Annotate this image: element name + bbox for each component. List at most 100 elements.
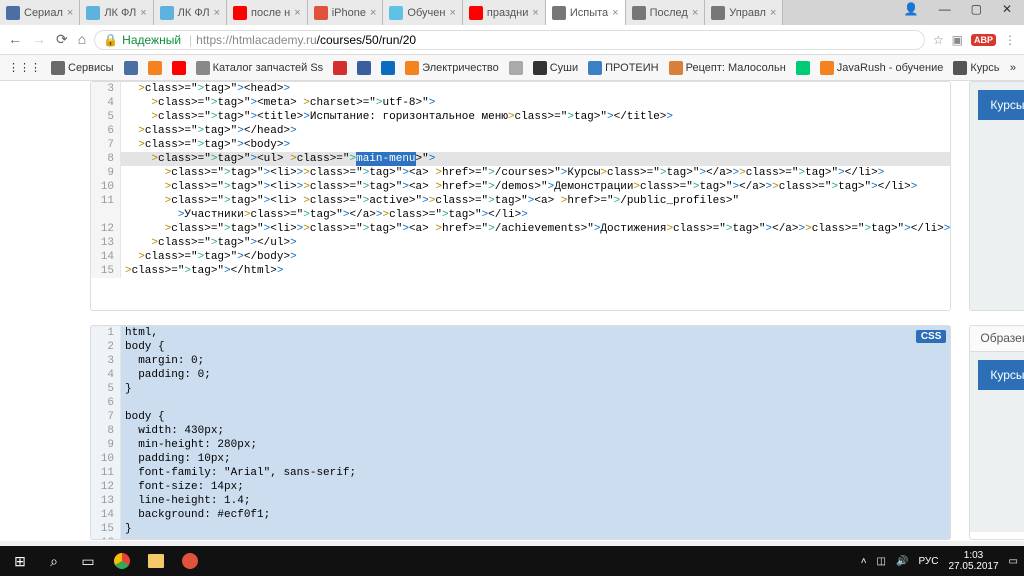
code-line[interactable]: 13 line-height: 1.4;: [91, 494, 950, 508]
bookmark-item[interactable]: JavaRush - обучение: [820, 61, 944, 75]
code-line[interactable]: 7 >class>=">tag>"><body>>: [91, 138, 950, 152]
bookmark-item[interactable]: [333, 61, 347, 75]
code-line[interactable]: 5}: [91, 382, 950, 396]
code-line[interactable]: 12 >class>=">tag>"><li>>>class>=">tag>">…: [91, 222, 950, 236]
code-line[interactable]: 16: [91, 536, 950, 540]
browser-tab[interactable]: Обучен×: [383, 0, 462, 25]
chrome-icon[interactable]: [108, 549, 136, 573]
opera-icon[interactable]: [176, 549, 204, 573]
volume-icon[interactable]: 🔊: [896, 556, 908, 567]
code-line[interactable]: 9 min-height: 280px;: [91, 438, 950, 452]
cast-icon[interactable]: ▣: [952, 33, 963, 47]
code-line[interactable]: 3 >class>=">tag>"><head>>: [91, 82, 950, 96]
code-line[interactable]: 7body {: [91, 410, 950, 424]
code-line[interactable]: 4 >class>=">tag>"><meta> >charset>=">utf…: [91, 96, 950, 110]
code-line[interactable]: 15>class>=">tag>"></html>>: [91, 264, 950, 278]
browser-tab[interactable]: Сериал×: [0, 0, 80, 25]
forward-button[interactable]: →: [32, 31, 46, 48]
network-icon[interactable]: ◫: [877, 556, 886, 567]
code-line[interactable]: 1html,: [91, 326, 950, 340]
code-line[interactable]: 5 >class>=">tag>"><title>>Испытание: гор…: [91, 110, 950, 124]
bookmark-item[interactable]: [172, 61, 186, 75]
search-icon[interactable]: ⌕: [40, 549, 68, 573]
bookmark-item[interactable]: [796, 61, 810, 75]
code-line[interactable]: 8 >class>=">tag>"><ul> >class>=">main-me…: [91, 152, 950, 166]
code-line[interactable]: 8 width: 430px;: [91, 424, 950, 438]
code-line[interactable]: 14 background: #ecf0f1;: [91, 508, 950, 522]
tab-close-icon[interactable]: ×: [770, 7, 776, 19]
nav-item[interactable]: Курсы: [978, 360, 1024, 390]
back-button[interactable]: ←: [8, 31, 22, 48]
maximize-button[interactable]: ▢: [971, 2, 982, 16]
bookmark-item[interactable]: [148, 61, 162, 75]
tab-close-icon[interactable]: ×: [140, 7, 146, 19]
home-button[interactable]: ⌂: [78, 31, 86, 48]
code-line[interactable]: 6 >class>=">tag>"></head>>: [91, 124, 950, 138]
task-view-icon[interactable]: ▭: [74, 549, 102, 573]
code-line[interactable]: 11 font-family: "Arial", sans-serif;: [91, 466, 950, 480]
browser-tab[interactable]: после н×: [227, 0, 308, 25]
bookmark-item[interactable]: Каталог запчастей Ss: [196, 61, 324, 75]
tab-favicon: [632, 6, 646, 20]
url-box[interactable]: 🔒 Надежный | https://htmlacademy.ru /cou…: [94, 30, 925, 50]
bookmark-item[interactable]: Курсы — HTML Acad: [953, 61, 1000, 75]
reload-button[interactable]: ⟳: [56, 31, 68, 48]
minimize-button[interactable]: —: [939, 2, 951, 16]
html-editor[interactable]: 3 >class>=">tag>"><head>>4 >class>=">tag…: [90, 81, 951, 311]
notification-icon[interactable]: ▭: [1009, 556, 1018, 567]
bookmark-item[interactable]: [124, 61, 138, 75]
line-number: 10: [91, 180, 121, 194]
overflow-icon[interactable]: »: [1010, 62, 1016, 74]
tab-close-icon[interactable]: ×: [370, 7, 376, 19]
browser-tab[interactable]: iPhone×: [308, 0, 384, 25]
code-line[interactable]: 6: [91, 396, 950, 410]
code-line[interactable]: 13 >class>=">tag>"></ul>>: [91, 236, 950, 250]
bookmark-item[interactable]: [381, 61, 395, 75]
code-line[interactable]: 3 margin: 0;: [91, 354, 950, 368]
tab-close-icon[interactable]: ×: [449, 7, 455, 19]
code-line[interactable]: 10 >class>=">tag>"><li>>>class>=">tag>">…: [91, 180, 950, 194]
tab-close-icon[interactable]: ×: [692, 7, 698, 19]
bookmark-item[interactable]: Электричество: [405, 61, 499, 75]
compare-tab[interactable]: Образец: [970, 326, 1024, 351]
tab-close-icon[interactable]: ×: [214, 7, 220, 19]
css-editor[interactable]: CSS 1html,2body {3 margin: 0;4 padding: …: [90, 325, 951, 540]
tray-up-icon[interactable]: ˄: [861, 556, 867, 567]
apps-icon[interactable]: ⋮⋮⋮: [8, 61, 41, 74]
person-icon[interactable]: 👤: [904, 2, 919, 16]
bookmark-item[interactable]: ПРОТЕИН: [588, 61, 658, 75]
browser-tab[interactable]: Послед×: [626, 0, 706, 25]
code-line[interactable]: 15}: [91, 522, 950, 536]
browser-tab[interactable]: Управл×: [705, 0, 783, 25]
menu-icon[interactable]: ⋮: [1004, 33, 1016, 47]
bookmark-item[interactable]: Рецепт: Малосольн: [669, 61, 786, 75]
close-button[interactable]: ✕: [1002, 2, 1012, 16]
lang-indicator[interactable]: РУС: [918, 556, 938, 567]
bookmark-item[interactable]: [357, 61, 371, 75]
code-line[interactable]: 2body {: [91, 340, 950, 354]
tab-close-icon[interactable]: ×: [532, 7, 538, 19]
tab-close-icon[interactable]: ×: [67, 7, 73, 19]
bookmark-item[interactable]: Сервисы: [51, 61, 114, 75]
tab-close-icon[interactable]: ×: [294, 7, 300, 19]
browser-tab[interactable]: ЛК ФЛ×: [80, 0, 153, 25]
tab-close-icon[interactable]: ×: [612, 7, 618, 19]
start-button[interactable]: ⊞: [6, 549, 34, 573]
star-icon[interactable]: ☆: [933, 33, 944, 47]
bookmark-item[interactable]: Суши: [533, 61, 578, 75]
code-line[interactable]: >Участники>class>=">tag>"></a>>>class>="…: [91, 208, 950, 222]
browser-tab[interactable]: праздни×: [463, 0, 546, 25]
code-line[interactable]: 4 padding: 0;: [91, 368, 950, 382]
code-line[interactable]: 10 padding: 10px;: [91, 452, 950, 466]
browser-tab[interactable]: Испыта×: [546, 0, 626, 25]
abp-icon[interactable]: ABP: [971, 34, 996, 46]
nav-item[interactable]: Курсы: [978, 90, 1024, 120]
code-line[interactable]: 14 >class>=">tag>"></body>>: [91, 250, 950, 264]
browser-tab[interactable]: ЛК ФЛ×: [154, 0, 227, 25]
clock[interactable]: 1:03 27.05.2017: [948, 550, 998, 572]
code-line[interactable]: 11 >class>=">tag>"><li> >class>=">active…: [91, 194, 950, 208]
bookmark-item[interactable]: [509, 61, 523, 75]
code-line[interactable]: 12 font-size: 14px;: [91, 480, 950, 494]
code-line[interactable]: 9 >class>=">tag>"><li>>>class>=">tag>"><…: [91, 166, 950, 180]
explorer-icon[interactable]: [142, 549, 170, 573]
